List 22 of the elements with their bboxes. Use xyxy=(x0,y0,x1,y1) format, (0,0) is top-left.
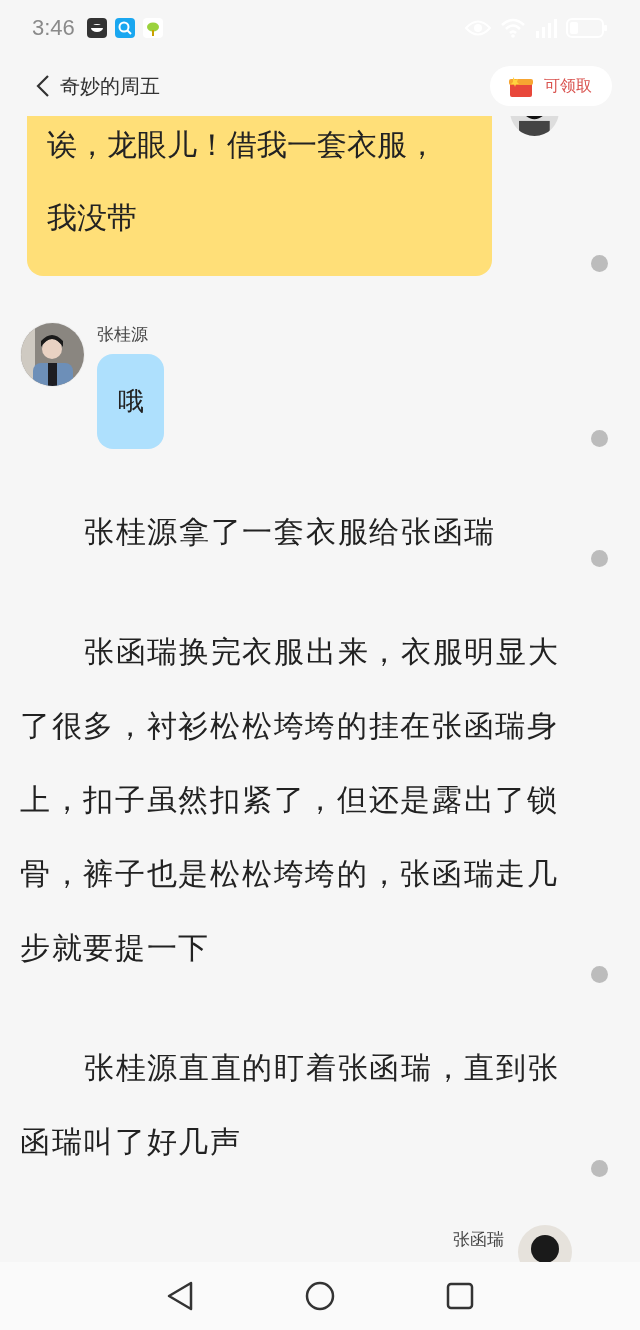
back-icon[interactable] xyxy=(36,74,50,98)
message-bubble: 诶，龙眼儿！借我一套衣服，我没带 xyxy=(27,116,493,276)
page-title: 奇妙的周五 xyxy=(60,72,160,100)
message-bubble: 哦 xyxy=(97,354,164,449)
app-icon xyxy=(86,18,107,38)
comment-dot[interactable] xyxy=(591,1160,608,1177)
app-icon xyxy=(142,18,163,38)
recents-nav-icon[interactable] xyxy=(446,1282,475,1310)
narration-paragraph: 张桂源直直的盯着张函瑞，直到张函瑞叫了好几声 xyxy=(20,1049,561,1161)
narration-paragraph: 张桂源拿了一套衣服给张函瑞 xyxy=(83,513,498,551)
back-nav-icon[interactable] xyxy=(165,1281,194,1311)
speaker-name: 张桂源 xyxy=(97,323,148,346)
reward-button[interactable]: 可领取 xyxy=(490,66,612,106)
comment-dot[interactable] xyxy=(591,255,608,272)
home-nav-icon[interactable] xyxy=(305,1281,335,1311)
comment-dot[interactable] xyxy=(591,430,608,447)
search-icon xyxy=(114,18,135,38)
comment-dot[interactable] xyxy=(591,550,608,567)
narration-paragraph: 张函瑞换完衣服出来，衣服明显大了很多，衬衫松松垮垮的挂在张函瑞身上，扣子虽然扣紧了，但还是露出了锁骨，裤子也是松松垮垮的，张函瑞走几步就要提一下 xyxy=(20,633,561,967)
speaker-name: 张函瑞 xyxy=(453,1228,504,1251)
comment-dot[interactable] xyxy=(591,966,608,983)
status-time: 3:46 xyxy=(32,15,75,41)
